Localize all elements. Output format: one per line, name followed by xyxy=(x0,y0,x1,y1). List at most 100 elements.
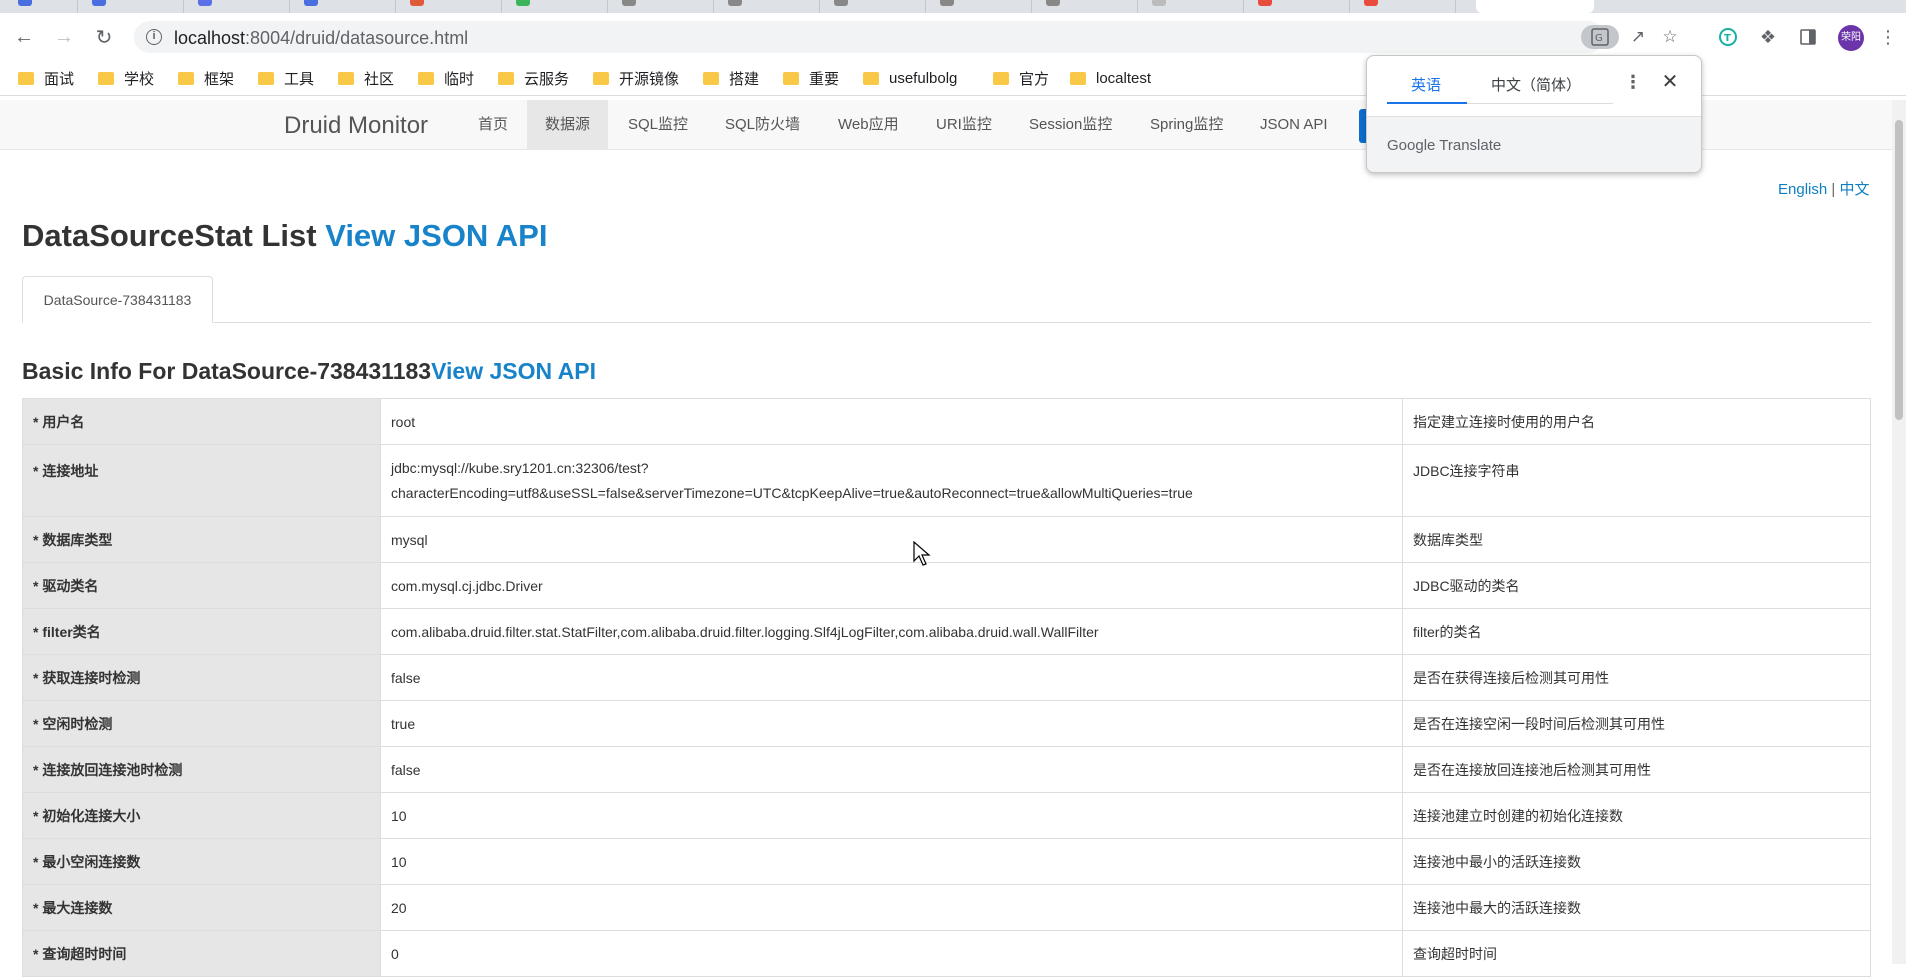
table-row: * 空闲时检测 true 是否在连接空闲一段时间后检测其可用性 xyxy=(22,700,1871,747)
address-bar[interactable]: i localhost:8004/druid/datasource.html G… xyxy=(134,21,1678,53)
table-row: * 最大连接数 20 连接池中最大的活跃连接数 xyxy=(22,884,1871,931)
url-text[interactable]: localhost:8004/druid/datasource.html xyxy=(174,28,468,49)
bookmark-folder[interactable]: 学校 xyxy=(98,67,154,89)
row-description: 连接池建立时创建的初始化连接数 xyxy=(1402,792,1871,839)
folder-icon xyxy=(783,71,799,85)
nav-item-sql-firewall[interactable]: SQL防火墙 xyxy=(707,100,818,149)
bookmark-label: 工具 xyxy=(284,70,315,88)
translate-tab-source[interactable]: 英语 xyxy=(1411,74,1441,95)
page-scrollbar[interactable] xyxy=(1892,100,1906,964)
browser-tab[interactable] xyxy=(1244,0,1350,13)
nav-item-web-app[interactable]: Web应用 xyxy=(820,100,917,149)
sidepanel-icon[interactable] xyxy=(1796,25,1820,49)
lang-english-link[interactable]: English xyxy=(1778,181,1827,198)
table-row: * 连接放回连接池时检测 false 是否在连接放回连接池后检测其可用性 xyxy=(22,746,1871,793)
bookmark-folder[interactable]: localtest xyxy=(1070,67,1151,89)
bookmark-folder[interactable]: 重要 xyxy=(783,67,839,89)
bookmark-label: 社区 xyxy=(364,70,395,88)
svg-text:T: T xyxy=(1724,33,1731,44)
nav-item-spring-monitor[interactable]: Spring监控 xyxy=(1132,100,1241,149)
translate-icon[interactable]: G xyxy=(1581,25,1619,49)
extension-icon[interactable]: T xyxy=(1716,25,1740,49)
back-icon[interactable]: ← xyxy=(10,23,38,51)
tab-divider xyxy=(22,322,1871,323)
bookmark-folder[interactable]: 面试 xyxy=(18,67,74,89)
browser-tab[interactable] xyxy=(926,0,1032,13)
scrollbar-thumb[interactable] xyxy=(1895,120,1903,420)
star-icon[interactable]: ☆ xyxy=(1658,25,1682,49)
row-value: com.mysql.cj.jdbc.Driver xyxy=(380,562,1403,609)
browser-tab[interactable] xyxy=(714,0,820,13)
active-browser-tab[interactable] xyxy=(1476,0,1594,13)
bookmark-folder[interactable]: 框架 xyxy=(178,67,234,89)
row-description: 是否在连接放回连接池后检测其可用性 xyxy=(1402,746,1871,793)
folder-icon xyxy=(498,71,514,85)
tab-favicon xyxy=(304,0,318,6)
nav-item-sql-monitor[interactable]: SQL监控 xyxy=(610,100,706,149)
nav-item-uri-monitor[interactable]: URI监控 xyxy=(918,100,1010,149)
row-value: 0 xyxy=(380,930,1403,977)
bookmark-label: 开源镜像 xyxy=(619,70,680,88)
nav-item-datasource[interactable]: 数据源 xyxy=(527,100,609,149)
folder-icon xyxy=(338,71,354,85)
table-row: * 初始化连接大小 10 连接池建立时创建的初始化连接数 xyxy=(22,792,1871,839)
close-icon[interactable]: ✕ xyxy=(1659,70,1681,94)
browser-tab[interactable] xyxy=(502,0,608,13)
datasource-info-table: * 用户名 root 指定建立连接时使用的用户名 * 连接地址 jdbc:mysql:… xyxy=(22,398,1871,977)
bookmark-folder[interactable]: 官方 xyxy=(993,67,1049,89)
browser-tab[interactable] xyxy=(78,0,184,13)
bookmark-folder[interactable]: 工具 xyxy=(258,67,314,89)
nav-item-home[interactable]: 首页 xyxy=(460,100,526,149)
nav-item-session-monitor[interactable]: Session监控 xyxy=(1011,100,1130,149)
browser-tab[interactable] xyxy=(820,0,926,13)
row-value: false xyxy=(380,746,1403,793)
view-json-api-link[interactable]: View JSON API xyxy=(325,218,547,253)
browser-tab[interactable] xyxy=(1032,0,1138,13)
row-label: * 查询超时时间 xyxy=(22,930,381,977)
more-vert-icon[interactable]: ⋮ xyxy=(1876,25,1900,49)
more-vert-icon[interactable]: ⋮ xyxy=(1623,70,1643,94)
info-icon[interactable]: i xyxy=(146,29,162,45)
reload-icon[interactable]: ↻ xyxy=(90,23,118,51)
folder-icon xyxy=(258,71,274,85)
row-label: * 连接放回连接池时检测 xyxy=(22,746,381,793)
table-row: * filter类名 com.alibaba.druid.filter.stat.… xyxy=(22,608,1871,655)
row-label: * 驱动类名 xyxy=(22,562,381,609)
puzzle-icon[interactable]: ❖ xyxy=(1756,25,1780,49)
browser-tab[interactable] xyxy=(608,0,714,13)
druid-brand[interactable]: Druid Monitor xyxy=(284,112,428,140)
tab-datasource[interactable]: DataSource-738431183 xyxy=(22,276,213,323)
bookmark-folder[interactable]: 开源镜像 xyxy=(593,67,679,89)
basic-info-json-link[interactable]: View JSON API xyxy=(431,358,596,384)
profile-avatar[interactable]: 荣阳 xyxy=(1838,25,1864,51)
row-description: JDBC连接字符串 xyxy=(1402,444,1871,517)
row-value-line: characterEncoding=utf8&useSSL=false&serv… xyxy=(391,485,1193,501)
browser-tab[interactable] xyxy=(0,0,78,13)
bookmark-folder[interactable]: 搭建 xyxy=(703,67,759,89)
folder-icon xyxy=(863,71,879,85)
bookmark-folder[interactable]: 云服务 xyxy=(498,67,569,89)
bookmark-folder[interactable]: usefulbolg xyxy=(863,67,957,89)
tab-favicon xyxy=(1152,0,1166,6)
bookmark-folder[interactable]: 社区 xyxy=(338,67,394,89)
table-row: * 查询超时时间 0 查询超时时间 xyxy=(22,930,1871,977)
nav-item-json-api[interactable]: JSON API xyxy=(1242,100,1346,149)
row-value: 10 xyxy=(380,838,1403,885)
row-description: 数据库类型 xyxy=(1402,516,1871,563)
bookmark-label: 临时 xyxy=(444,70,475,88)
svg-text:G: G xyxy=(1595,33,1603,44)
browser-tab[interactable] xyxy=(184,0,290,13)
browser-tab[interactable] xyxy=(396,0,502,13)
share-icon[interactable]: ↗ xyxy=(1626,25,1650,49)
basic-info-heading-text: Basic Info For DataSource-738431183 xyxy=(22,358,432,384)
translate-tab-target[interactable]: 中文（简体） xyxy=(1491,74,1581,95)
bookmark-folder[interactable]: 临时 xyxy=(418,67,474,89)
browser-tab[interactable] xyxy=(1138,0,1244,13)
tab-favicon xyxy=(516,0,530,6)
browser-tab[interactable] xyxy=(1350,0,1456,13)
browser-tab[interactable] xyxy=(290,0,396,13)
lang-chinese-link[interactable]: 中文 xyxy=(1839,181,1869,198)
forward-icon[interactable]: → xyxy=(50,23,78,51)
translate-footer: Google Translate xyxy=(1367,116,1701,172)
row-label: * 空闲时检测 xyxy=(22,700,381,747)
